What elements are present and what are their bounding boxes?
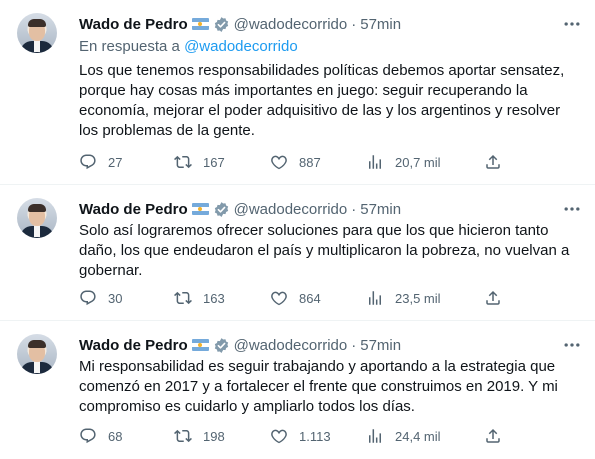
share-button[interactable] (484, 288, 502, 308)
more-dots-icon[interactable] (562, 14, 582, 34)
argentina-flag-icon (191, 18, 209, 30)
more-dots-icon[interactable] (562, 335, 582, 355)
heart-icon (271, 155, 287, 170)
tweet-actions: 30 163 864 23,5 mil (79, 288, 509, 308)
verified-badge-icon (214, 16, 228, 32)
reply-icon (80, 290, 96, 306)
author-handle[interactable]: @wadodecorrido (234, 201, 348, 218)
heart-icon (271, 429, 287, 444)
views-chart-icon (369, 155, 381, 169)
separator-dot: · (351, 200, 357, 218)
tweet-header: Wado de Pedro @wadodecorrido · 57min (79, 335, 401, 355)
reply-count: 27 (108, 154, 123, 170)
tweet-3[interactable]: Wado de Pedro @wadodecorrido · 57min Mi … (0, 321, 595, 459)
share-icon (486, 154, 500, 169)
like-button[interactable]: 1.113 (270, 426, 331, 446)
views-button[interactable]: 20,7 mil (366, 152, 441, 172)
avatar[interactable] (17, 198, 57, 238)
reply-button[interactable]: 68 (79, 426, 122, 446)
verified-badge-icon (214, 201, 228, 217)
reply-icon (80, 154, 96, 170)
tweet-header: Wado de Pedro @wadodecorrido · 57min (79, 199, 401, 219)
share-button[interactable] (484, 426, 502, 446)
like-count: 1.113 (299, 428, 331, 444)
reply-context: En respuesta a @wadodecorrido (79, 38, 298, 55)
retweet-count: 198 (203, 428, 225, 444)
like-count: 864 (299, 290, 321, 306)
author-handle[interactable]: @wadodecorrido (234, 337, 348, 354)
tweet-text: Mi responsabilidad es seguir trabajando … (79, 358, 558, 415)
more-dots-icon[interactable] (562, 199, 582, 219)
avatar[interactable] (17, 334, 57, 374)
views-button[interactable]: 23,5 mil (366, 288, 441, 308)
views-chart-icon (369, 291, 381, 305)
heart-icon (271, 291, 287, 306)
author-handle[interactable]: @wadodecorrido (234, 16, 348, 33)
share-icon (486, 290, 500, 305)
tweet-text: Los que tenemos responsabilidades políti… (79, 62, 565, 139)
avatar[interactable] (17, 13, 57, 53)
retweet-icon (174, 155, 192, 169)
separator-dot: · (351, 336, 357, 354)
reply-count: 30 (108, 290, 123, 306)
reply-to-link[interactable]: @wadodecorrido (184, 38, 298, 55)
retweet-icon (174, 291, 192, 305)
author-name[interactable]: Wado de Pedro (79, 16, 188, 33)
reply-prefix: En respuesta a (79, 38, 185, 55)
retweet-count: 167 (203, 154, 225, 170)
views-chart-icon (369, 429, 381, 443)
views-button[interactable]: 24,4 mil (366, 426, 441, 446)
retweet-count: 163 (203, 290, 225, 306)
argentina-flag-icon (191, 339, 209, 351)
retweet-icon (174, 429, 192, 443)
views-count: 20,7 mil (395, 154, 441, 170)
reply-count: 68 (108, 428, 123, 444)
retweet-button[interactable]: 198 (174, 426, 225, 446)
author-name[interactable]: Wado de Pedro (79, 201, 188, 218)
separator-dot: · (351, 15, 357, 33)
reply-button[interactable]: 30 (79, 288, 122, 308)
views-count: 23,5 mil (395, 290, 441, 306)
like-count: 887 (299, 154, 321, 170)
tweet-actions: 68 198 1.113 24,4 mil (79, 426, 509, 446)
views-count: 24,4 mil (395, 428, 441, 444)
timestamp[interactable]: 57min (360, 16, 401, 33)
tweet-header: Wado de Pedro @wadodecorrido · 57min (79, 14, 401, 34)
timestamp[interactable]: 57min (360, 201, 401, 218)
argentina-flag-icon (191, 203, 209, 215)
tweet-2[interactable]: Wado de Pedro @wadodecorrido · 57min Sol… (0, 185, 595, 321)
tweet-text: Solo así lograremos ofrecer soluciones p… (79, 222, 570, 279)
share-button[interactable] (484, 152, 502, 172)
timestamp[interactable]: 57min (360, 337, 401, 354)
like-button[interactable]: 864 (270, 288, 321, 308)
like-button[interactable]: 887 (270, 152, 321, 172)
author-name[interactable]: Wado de Pedro (79, 337, 188, 354)
verified-badge-icon (214, 337, 228, 353)
tweet-1[interactable]: Wado de Pedro @wadodecorrido · 57min En … (0, 0, 595, 185)
retweet-button[interactable]: 167 (174, 152, 225, 172)
share-icon (486, 428, 500, 443)
tweet-actions: 27 167 887 20,7 mil (79, 152, 509, 172)
reply-icon (80, 428, 96, 444)
reply-button[interactable]: 27 (79, 152, 122, 172)
retweet-button[interactable]: 163 (174, 288, 225, 308)
